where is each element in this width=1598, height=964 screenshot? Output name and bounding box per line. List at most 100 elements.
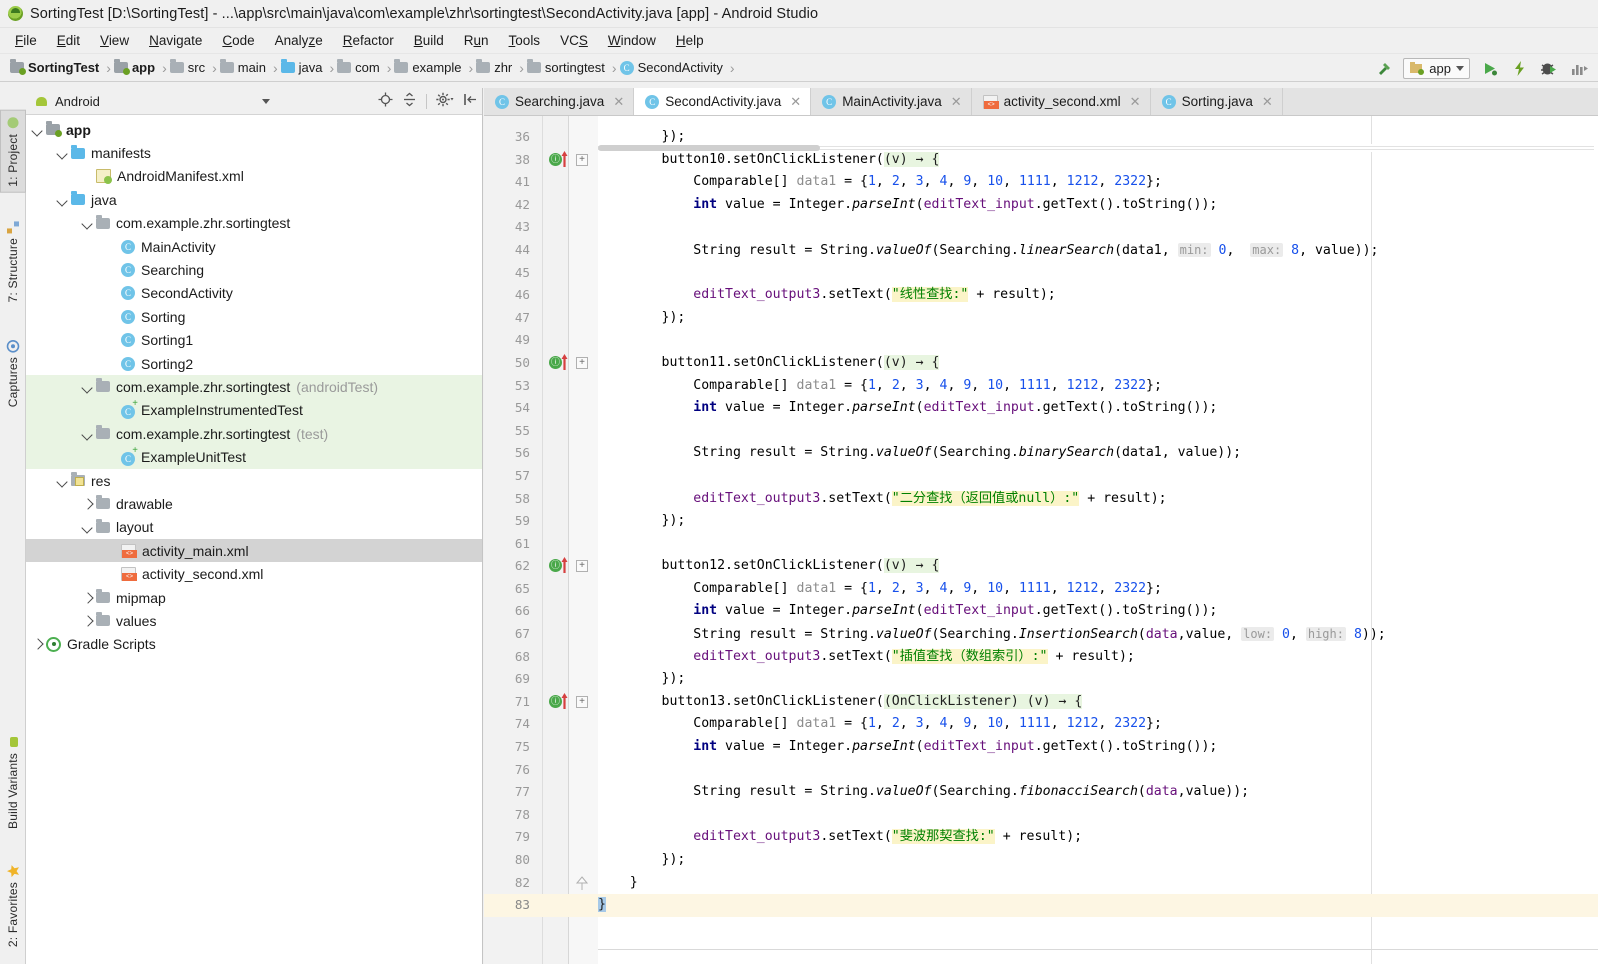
menu-item-view[interactable]: View	[90, 30, 139, 51]
build-hammer-icon[interactable]	[1373, 57, 1395, 79]
lambda-gutter-marker[interactable]: ⓘ	[546, 149, 568, 172]
code-line-76[interactable]: 76	[484, 759, 1598, 782]
hide-panel-icon[interactable]	[463, 92, 478, 110]
breadcrumb-item-secondactivity[interactable]: C SecondActivity	[618, 60, 729, 75]
fold-region-toggle[interactable]: +	[572, 691, 594, 714]
tool-window-button-structure[interactable]: 7: Structure	[0, 215, 26, 307]
tree-node-res[interactable]: res	[26, 469, 482, 492]
debug-button[interactable]	[1538, 57, 1560, 79]
close-icon[interactable]: ✕	[1130, 94, 1141, 110]
tree-node-exampleunittest[interactable]: C ExampleUnitTest	[26, 445, 482, 469]
code-line-61[interactable]: 61	[484, 533, 1598, 556]
breadcrumb-item-example[interactable]: example	[392, 59, 467, 75]
code-line-42[interactable]: 42 int value = Integer.parseInt(editText…	[484, 194, 1598, 217]
code-line-78[interactable]: 78	[484, 804, 1598, 827]
close-icon[interactable]: ✕	[790, 94, 801, 110]
tool-window-button-project[interactable]: 1: Project	[0, 110, 26, 193]
code-line-47[interactable]: 47 });	[484, 307, 1598, 330]
chevron-right-icon[interactable]	[80, 591, 94, 605]
run-configuration-selector[interactable]: app	[1403, 57, 1470, 79]
menu-item-navigate[interactable]: Navigate	[139, 30, 212, 51]
fold-region-toggle[interactable]: +	[572, 352, 594, 375]
breadcrumb-item-main[interactable]: main	[218, 59, 272, 75]
code-line-74[interactable]: 74 Comparable[] data1 = {1, 2, 3, 4, 9, …	[484, 713, 1598, 736]
code-line-68[interactable]: 68 editText_output3.setText("插值查找（数组索引）:…	[484, 646, 1598, 669]
gear-icon[interactable]	[436, 92, 454, 110]
locate-target-icon[interactable]	[378, 92, 393, 110]
breadcrumb-item-sortingtest[interactable]: SortingTest	[8, 59, 105, 75]
menu-item-window[interactable]: Window	[598, 30, 666, 51]
chevron-right-icon[interactable]	[30, 637, 44, 651]
tree-node-searching[interactable]: C Searching	[26, 258, 482, 281]
code-line-58[interactable]: 58 editText_output3.setText("二分查找（返回值或nu…	[484, 488, 1598, 511]
tool-window-button-captures[interactable]: Captures	[0, 334, 26, 412]
menu-item-code[interactable]: Code	[212, 30, 264, 51]
menu-item-file[interactable]: File	[5, 30, 47, 51]
chevron-down-icon[interactable]	[1456, 65, 1464, 71]
chevron-down-icon[interactable]	[55, 474, 69, 488]
code-editor[interactable]: 36 }); 38 ⓘ + button10.setOnClickListener((…	[484, 116, 1598, 964]
tree-node-manifests[interactable]: manifests	[26, 141, 482, 164]
tree-node-drawable[interactable]: drawable	[26, 492, 482, 515]
code-line-75[interactable]: 75 int value = Integer.parseInt(editText…	[484, 736, 1598, 759]
tool-window-button-favorites[interactable]: 2: Favorites	[0, 859, 26, 952]
tree-node-java[interactable]: java	[26, 188, 482, 211]
editor-tab-searching-java[interactable]: C Searching.java ✕	[484, 88, 635, 115]
tree-node-androidmanifest-xml[interactable]: AndroidManifest.xml	[26, 165, 482, 188]
editor-tab-sorting-java[interactable]: C Sorting.java ✕	[1150, 88, 1283, 115]
code-line-82[interactable]: 82 }	[484, 872, 1598, 895]
menu-item-edit[interactable]: Edit	[47, 30, 90, 51]
lambda-gutter-marker[interactable]: ⓘ	[546, 691, 568, 714]
code-line-36[interactable]: 36 });	[484, 126, 1598, 149]
breadcrumb-item-zhr[interactable]: zhr	[474, 59, 518, 75]
breadcrumb-item-com[interactable]: com	[335, 59, 386, 75]
code-line-54[interactable]: 54 int value = Integer.parseInt(editText…	[484, 397, 1598, 420]
code-line-83[interactable]: 83}	[484, 894, 1598, 917]
breadcrumb-item-java[interactable]: java	[279, 59, 329, 75]
tree-node-gradle-scripts[interactable]: Gradle Scripts	[26, 633, 482, 656]
code-line-59[interactable]: 59 });	[484, 510, 1598, 533]
project-tree[interactable]: app manifests AndroidManifest.xml java com.e…	[26, 115, 482, 964]
menu-item-refactor[interactable]: Refactor	[333, 30, 404, 51]
code-line-56[interactable]: 56 String result = String.valueOf(Search…	[484, 442, 1598, 465]
tree-node-com-example-zhr-sortingtest[interactable]: com.example.zhr.sortingtest (test)	[26, 422, 482, 446]
chevron-down-icon[interactable]	[55, 193, 69, 207]
chevron-down-icon[interactable]	[80, 520, 94, 534]
close-icon[interactable]: ✕	[613, 94, 624, 110]
code-line-50[interactable]: 50 ⓘ + button11.setOnClickListener((v) → {	[484, 352, 1598, 375]
code-line-45[interactable]: 45	[484, 262, 1598, 285]
code-line-41[interactable]: 41 Comparable[] data1 = {1, 2, 3, 4, 9, …	[484, 171, 1598, 194]
code-line-65[interactable]: 65 Comparable[] data1 = {1, 2, 3, 4, 9, …	[484, 578, 1598, 601]
code-line-71[interactable]: 71 ⓘ + button13.setOnClickListener((OnClic…	[484, 691, 1598, 714]
plus-icon[interactable]: +	[576, 695, 588, 708]
plus-icon[interactable]: +	[576, 560, 588, 573]
plus-icon[interactable]: +	[576, 153, 588, 166]
code-line-80[interactable]: 80 });	[484, 849, 1598, 872]
code-line-55[interactable]: 55	[484, 420, 1598, 443]
chevron-down-icon[interactable]	[80, 427, 94, 441]
tree-node-activity-second-xml[interactable]: activity_second.xml	[26, 562, 482, 585]
code-line-57[interactable]: 57	[484, 465, 1598, 488]
tree-node-app[interactable]: app	[26, 118, 482, 141]
fold-region-end[interactable]	[572, 872, 594, 895]
code-line-49[interactable]: 49	[484, 329, 1598, 352]
code-line-77[interactable]: 77 String result = String.valueOf(Search…	[484, 781, 1598, 804]
tree-node-sorting[interactable]: C Sorting	[26, 305, 482, 328]
code-line-43[interactable]: 43	[484, 216, 1598, 239]
fold-region-toggle[interactable]: +	[572, 555, 594, 578]
chevron-down-icon[interactable]	[262, 99, 270, 104]
editor-tab-activity-second-xml[interactable]: activity_second.xml ✕	[971, 88, 1151, 115]
tree-node-values[interactable]: values	[26, 609, 482, 632]
menu-item-help[interactable]: Help	[666, 30, 714, 51]
code-line-62[interactable]: 62 ⓘ + button12.setOnClickListener((v) → {	[484, 555, 1598, 578]
chevron-down-icon[interactable]	[30, 123, 44, 137]
tree-node-mainactivity[interactable]: C MainActivity	[26, 235, 482, 258]
close-icon[interactable]: ✕	[951, 94, 962, 110]
menu-item-build[interactable]: Build	[404, 30, 454, 51]
code-line-38[interactable]: 38 ⓘ + button10.setOnClickListener((v) → {	[484, 149, 1598, 172]
breadcrumb-item-sortingtest[interactable]: sortingtest	[525, 59, 611, 75]
breadcrumb-item-src[interactable]: src	[168, 59, 211, 75]
tree-node-activity-main-xml[interactable]: activity_main.xml	[26, 539, 482, 563]
menu-item-analyze[interactable]: Analyze	[265, 30, 333, 51]
tree-node-exampleinstrumentedtest[interactable]: C ExampleInstrumentedTest	[26, 398, 482, 423]
